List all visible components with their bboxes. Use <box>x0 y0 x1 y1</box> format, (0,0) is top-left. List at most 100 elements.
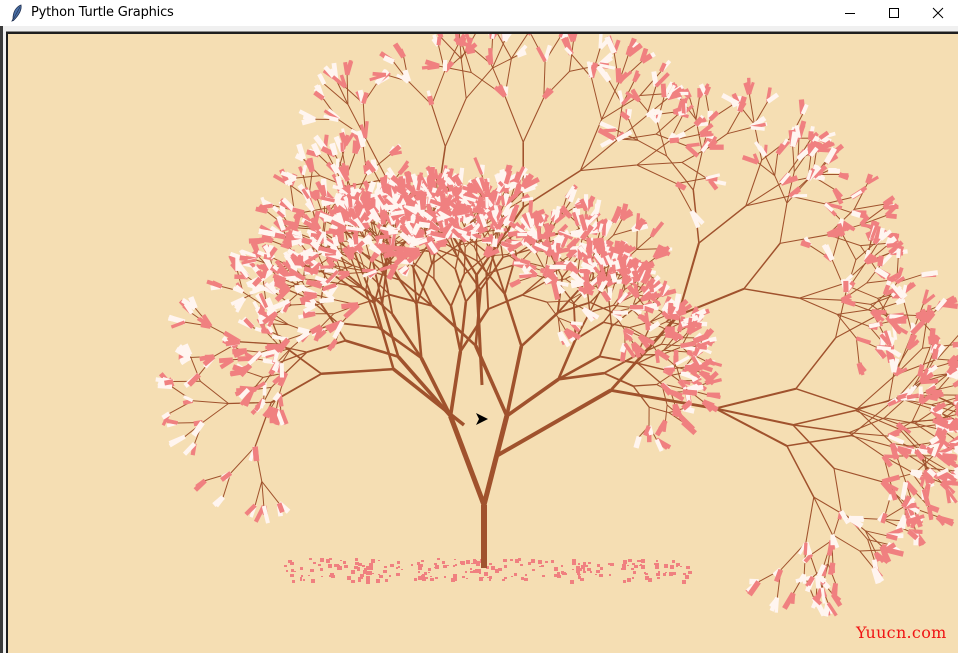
fallen-petal <box>531 559 535 563</box>
branch <box>636 140 670 166</box>
blossom <box>383 175 388 192</box>
blossom <box>513 171 522 184</box>
branch <box>676 177 706 185</box>
fallen-petal <box>366 580 370 584</box>
fallen-petal <box>430 578 434 581</box>
blossom <box>317 73 327 86</box>
branch <box>199 380 229 404</box>
blossom <box>886 533 896 540</box>
branch <box>431 104 446 147</box>
title-bar[interactable]: Python Turtle Graphics <box>0 0 958 26</box>
fallen-petal <box>447 565 449 566</box>
branch <box>295 175 320 179</box>
fallen-petal <box>656 560 658 562</box>
blossom <box>682 389 698 396</box>
branch <box>665 404 668 421</box>
fallen-petal <box>599 574 603 577</box>
blossom <box>307 157 315 173</box>
fallen-petal <box>434 563 437 565</box>
blossom <box>593 199 602 215</box>
fallen-petal <box>453 565 455 567</box>
blossom <box>347 196 353 208</box>
branch <box>261 481 280 504</box>
blossom <box>290 238 302 246</box>
blossom <box>896 248 901 259</box>
maximize-icon <box>889 8 899 18</box>
fallen-petal <box>542 575 545 577</box>
branch <box>504 95 524 143</box>
blossom <box>699 130 712 138</box>
fallen-petal <box>477 569 481 573</box>
blossom <box>367 180 377 193</box>
branch <box>745 182 782 207</box>
blossom <box>570 321 583 326</box>
branch <box>261 481 265 507</box>
fallen-petal <box>633 571 636 574</box>
branch <box>503 253 518 295</box>
fallen-petal <box>498 568 502 571</box>
fallen-petal <box>418 577 420 579</box>
blossom <box>536 226 542 240</box>
blossom <box>322 231 328 247</box>
blossom <box>274 280 284 286</box>
branch <box>648 406 669 414</box>
fallen-petal <box>454 578 457 581</box>
blossom <box>896 445 912 455</box>
blossom <box>827 562 836 576</box>
blossom <box>920 378 939 385</box>
fallen-petal <box>609 574 611 576</box>
blossom <box>248 237 265 244</box>
fallen-petal <box>301 575 303 577</box>
fallen-petal <box>454 559 456 560</box>
blossom <box>680 340 697 349</box>
branch <box>745 159 763 207</box>
fallen-petal <box>585 565 588 567</box>
blossom <box>345 59 353 76</box>
fallen-petal <box>489 576 492 579</box>
fallen-petal <box>578 563 580 565</box>
fallen-petal <box>590 571 592 573</box>
blossom <box>265 229 276 237</box>
branch <box>444 98 467 147</box>
fallen-petal <box>688 571 692 574</box>
fallen-petal <box>685 575 689 579</box>
branch <box>463 247 466 275</box>
blossom <box>807 131 814 141</box>
fallen-petal <box>385 579 388 582</box>
branch <box>912 419 934 422</box>
fallen-petal <box>351 580 355 583</box>
blossom <box>874 266 890 279</box>
turtle-canvas[interactable]: Yuucn.com <box>6 31 958 653</box>
maximize-button[interactable] <box>871 0 917 26</box>
fallen-petal <box>462 576 465 578</box>
branch <box>491 40 505 69</box>
blossom <box>488 47 494 65</box>
branch <box>792 409 856 426</box>
branch <box>636 164 677 185</box>
branch <box>522 294 548 303</box>
fallen-petal <box>665 572 667 573</box>
blossom <box>886 213 897 219</box>
minimize-button[interactable] <box>827 0 873 26</box>
blossom <box>633 270 641 282</box>
fallen-petal <box>435 577 438 579</box>
fallen-petal <box>411 564 413 566</box>
window-title: Python Turtle Graphics <box>31 5 174 20</box>
blossom <box>803 552 814 564</box>
blossom <box>644 312 651 331</box>
branch <box>448 351 463 417</box>
fallen-petal <box>396 567 398 569</box>
fallen-petal <box>344 565 348 568</box>
fallen-petal <box>428 568 431 571</box>
branch <box>663 337 684 351</box>
fallen-petal <box>520 564 523 566</box>
fallen-petal <box>489 563 492 565</box>
close-button[interactable] <box>915 0 958 26</box>
fallen-petal <box>528 562 531 565</box>
blossom <box>803 542 808 555</box>
branch <box>636 248 660 250</box>
branch <box>859 550 875 569</box>
fallen-petal <box>292 580 295 583</box>
fallen-petal <box>358 563 362 566</box>
blossom <box>491 238 498 248</box>
